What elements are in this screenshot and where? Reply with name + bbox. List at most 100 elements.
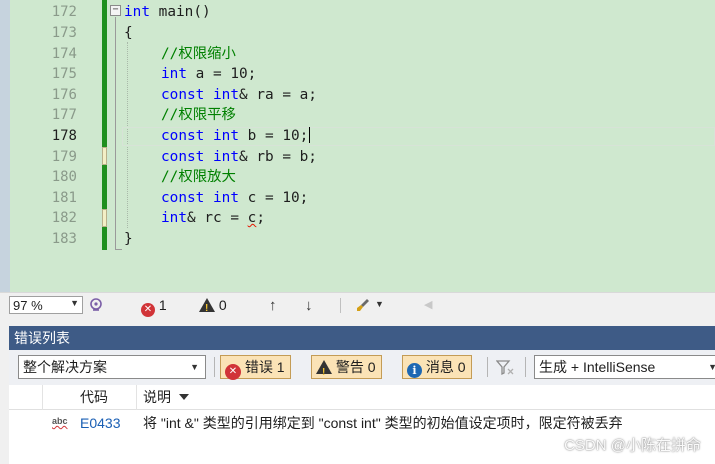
code-line-179[interactable]: const int& rb = b; bbox=[161, 147, 317, 167]
fold-guide-line bbox=[115, 17, 116, 249]
error-count-indicator[interactable]: ✕ 1 bbox=[141, 297, 167, 317]
keyword: int bbox=[161, 210, 187, 226]
filter-icon[interactable] bbox=[496, 360, 514, 376]
code-line-176[interactable]: const int& ra = a; bbox=[161, 85, 317, 105]
code-line-174[interactable]: //权限缩小 bbox=[161, 44, 236, 64]
line-number: 173 bbox=[51, 25, 77, 41]
line-number: 176 bbox=[51, 87, 77, 103]
line-number: 180 bbox=[51, 169, 77, 185]
code-line-175[interactable]: int a = 10; bbox=[161, 64, 256, 84]
editor-left-margin bbox=[0, 0, 10, 292]
code-line-181[interactable]: const int c = 10; bbox=[161, 188, 308, 208]
toolbar-separator bbox=[214, 357, 215, 377]
keyword: const bbox=[161, 190, 205, 206]
column-separator bbox=[136, 385, 137, 410]
error-code-link[interactable]: E0433 bbox=[80, 411, 120, 436]
errors-filter-label: 错误 1 bbox=[244, 359, 285, 375]
scope-dropdown[interactable]: 整个解决方案 ▼ bbox=[18, 355, 206, 379]
line-number: 179 bbox=[51, 149, 77, 165]
keyword: int bbox=[161, 66, 187, 82]
code-text: { bbox=[124, 25, 133, 41]
strip-separator bbox=[340, 298, 341, 313]
warning-count-indicator[interactable]: 0 bbox=[199, 297, 227, 317]
code-text: } bbox=[124, 231, 133, 247]
code-text: & ra = a; bbox=[239, 87, 317, 103]
line-number-gutter: 172 173 174 175 176 177 178 179 180 181 … bbox=[10, 0, 82, 292]
watermark-text: CSDN @⁦⁦小陈在拼命⁦⁦ bbox=[564, 437, 701, 454]
keyword: const bbox=[161, 149, 205, 165]
code-line-180[interactable]: //权限放大 bbox=[161, 167, 236, 187]
keyword: int bbox=[124, 4, 150, 20]
line-number: 177 bbox=[51, 107, 77, 123]
keyword: const bbox=[161, 87, 205, 103]
line-number: 174 bbox=[51, 46, 77, 62]
scope-value: 整个解决方案 bbox=[23, 359, 107, 375]
column-header-description-label: 说明 bbox=[143, 389, 171, 405]
zoom-value: 97 % bbox=[13, 298, 43, 313]
code-line-183[interactable]: } bbox=[124, 229, 133, 249]
fold-guide-end bbox=[115, 249, 122, 250]
warning-icon bbox=[316, 360, 332, 384]
code-text: & rb = b; bbox=[239, 149, 317, 165]
code-line-172[interactable]: int main() bbox=[124, 2, 211, 22]
error-icon: ✕ bbox=[141, 303, 155, 317]
code-text: a = 10; bbox=[187, 66, 257, 82]
code-line-178[interactable]: const int b = 10; bbox=[161, 126, 311, 146]
warnings-filter-button[interactable]: 警告 0 bbox=[311, 355, 382, 384]
line-number: 183 bbox=[51, 231, 77, 247]
keyword: int bbox=[213, 190, 239, 206]
code-text: b = 10; bbox=[239, 128, 309, 144]
errors-filter-button[interactable]: ✕ 错误 1 bbox=[220, 355, 291, 380]
scroll-left-icon[interactable]: ◀ bbox=[424, 298, 432, 311]
line-number: 182 bbox=[51, 210, 77, 226]
intellicode-icon[interactable] bbox=[88, 297, 104, 313]
messages-filter-button[interactable]: i 消息 0 bbox=[402, 355, 472, 379]
info-icon: i bbox=[407, 363, 422, 378]
up-arrow-icon[interactable]: ↑ bbox=[269, 297, 277, 314]
code-text: main() bbox=[150, 4, 211, 20]
error-icon: ✕ bbox=[225, 364, 241, 380]
error-list-title[interactable]: 错误列表 bbox=[9, 326, 715, 350]
code-line-182[interactable]: int& rc = c; bbox=[161, 208, 265, 228]
keyword: int bbox=[213, 149, 239, 165]
comment: //权限平移 bbox=[161, 107, 236, 123]
fold-minus-icon[interactable]: − bbox=[110, 5, 121, 16]
messages-filter-label: 消息 0 bbox=[425, 359, 466, 375]
unsaved-change-marker bbox=[102, 147, 107, 165]
code-editor[interactable]: 172 173 174 175 176 177 178 179 180 181 … bbox=[0, 0, 715, 292]
build-source-value: 生成 + IntelliSense bbox=[539, 359, 656, 375]
zoom-dropdown[interactable]: 97 % ▼ bbox=[9, 296, 83, 314]
code-text: & rc = bbox=[187, 210, 248, 226]
code-line-173[interactable]: { bbox=[124, 23, 133, 43]
column-header-code[interactable]: 代码 bbox=[80, 385, 108, 410]
table-row[interactable]: abc E0433 将 "int &" 类型的引用绑定到 "const int"… bbox=[9, 411, 715, 436]
brush-icon[interactable] bbox=[355, 297, 371, 313]
line-number: 181 bbox=[51, 190, 77, 206]
unsaved-change-marker bbox=[102, 209, 107, 227]
down-arrow-icon[interactable]: ↓ bbox=[305, 297, 313, 314]
column-separator bbox=[42, 385, 43, 410]
line-number: 172 bbox=[51, 4, 77, 20]
chevron-down-icon: ▼ bbox=[70, 298, 79, 308]
text-caret bbox=[309, 127, 311, 143]
column-header-description[interactable]: 说明 bbox=[143, 385, 189, 410]
keyword: const bbox=[161, 128, 205, 144]
build-source-dropdown[interactable]: 生成 + IntelliSense ▼ bbox=[534, 355, 715, 379]
grid-header: 代码 说明 bbox=[9, 385, 715, 410]
comment: //权限缩小 bbox=[161, 46, 236, 62]
chevron-down-icon: ▼ bbox=[708, 362, 715, 372]
code-line-177[interactable]: //权限平移 bbox=[161, 105, 236, 125]
error-count: 1 bbox=[158, 297, 167, 313]
keyword: int bbox=[213, 128, 239, 144]
chevron-down-icon[interactable]: ▼ bbox=[375, 299, 384, 309]
comment: //权限放大 bbox=[161, 169, 236, 185]
warning-icon bbox=[199, 298, 215, 317]
chevron-down-icon: ▼ bbox=[190, 362, 199, 372]
toolbar-separator bbox=[525, 357, 526, 377]
editor-status-strip: 97 % ▼ ✕ 1 0 ↑ ↓ ▼ ◀ bbox=[0, 292, 715, 317]
keyword: int bbox=[213, 87, 239, 103]
spell-check-icon: abc bbox=[52, 416, 68, 426]
line-number: 175 bbox=[51, 66, 77, 82]
sort-descending-icon bbox=[179, 394, 189, 400]
line-number-current: 178 bbox=[51, 128, 77, 144]
